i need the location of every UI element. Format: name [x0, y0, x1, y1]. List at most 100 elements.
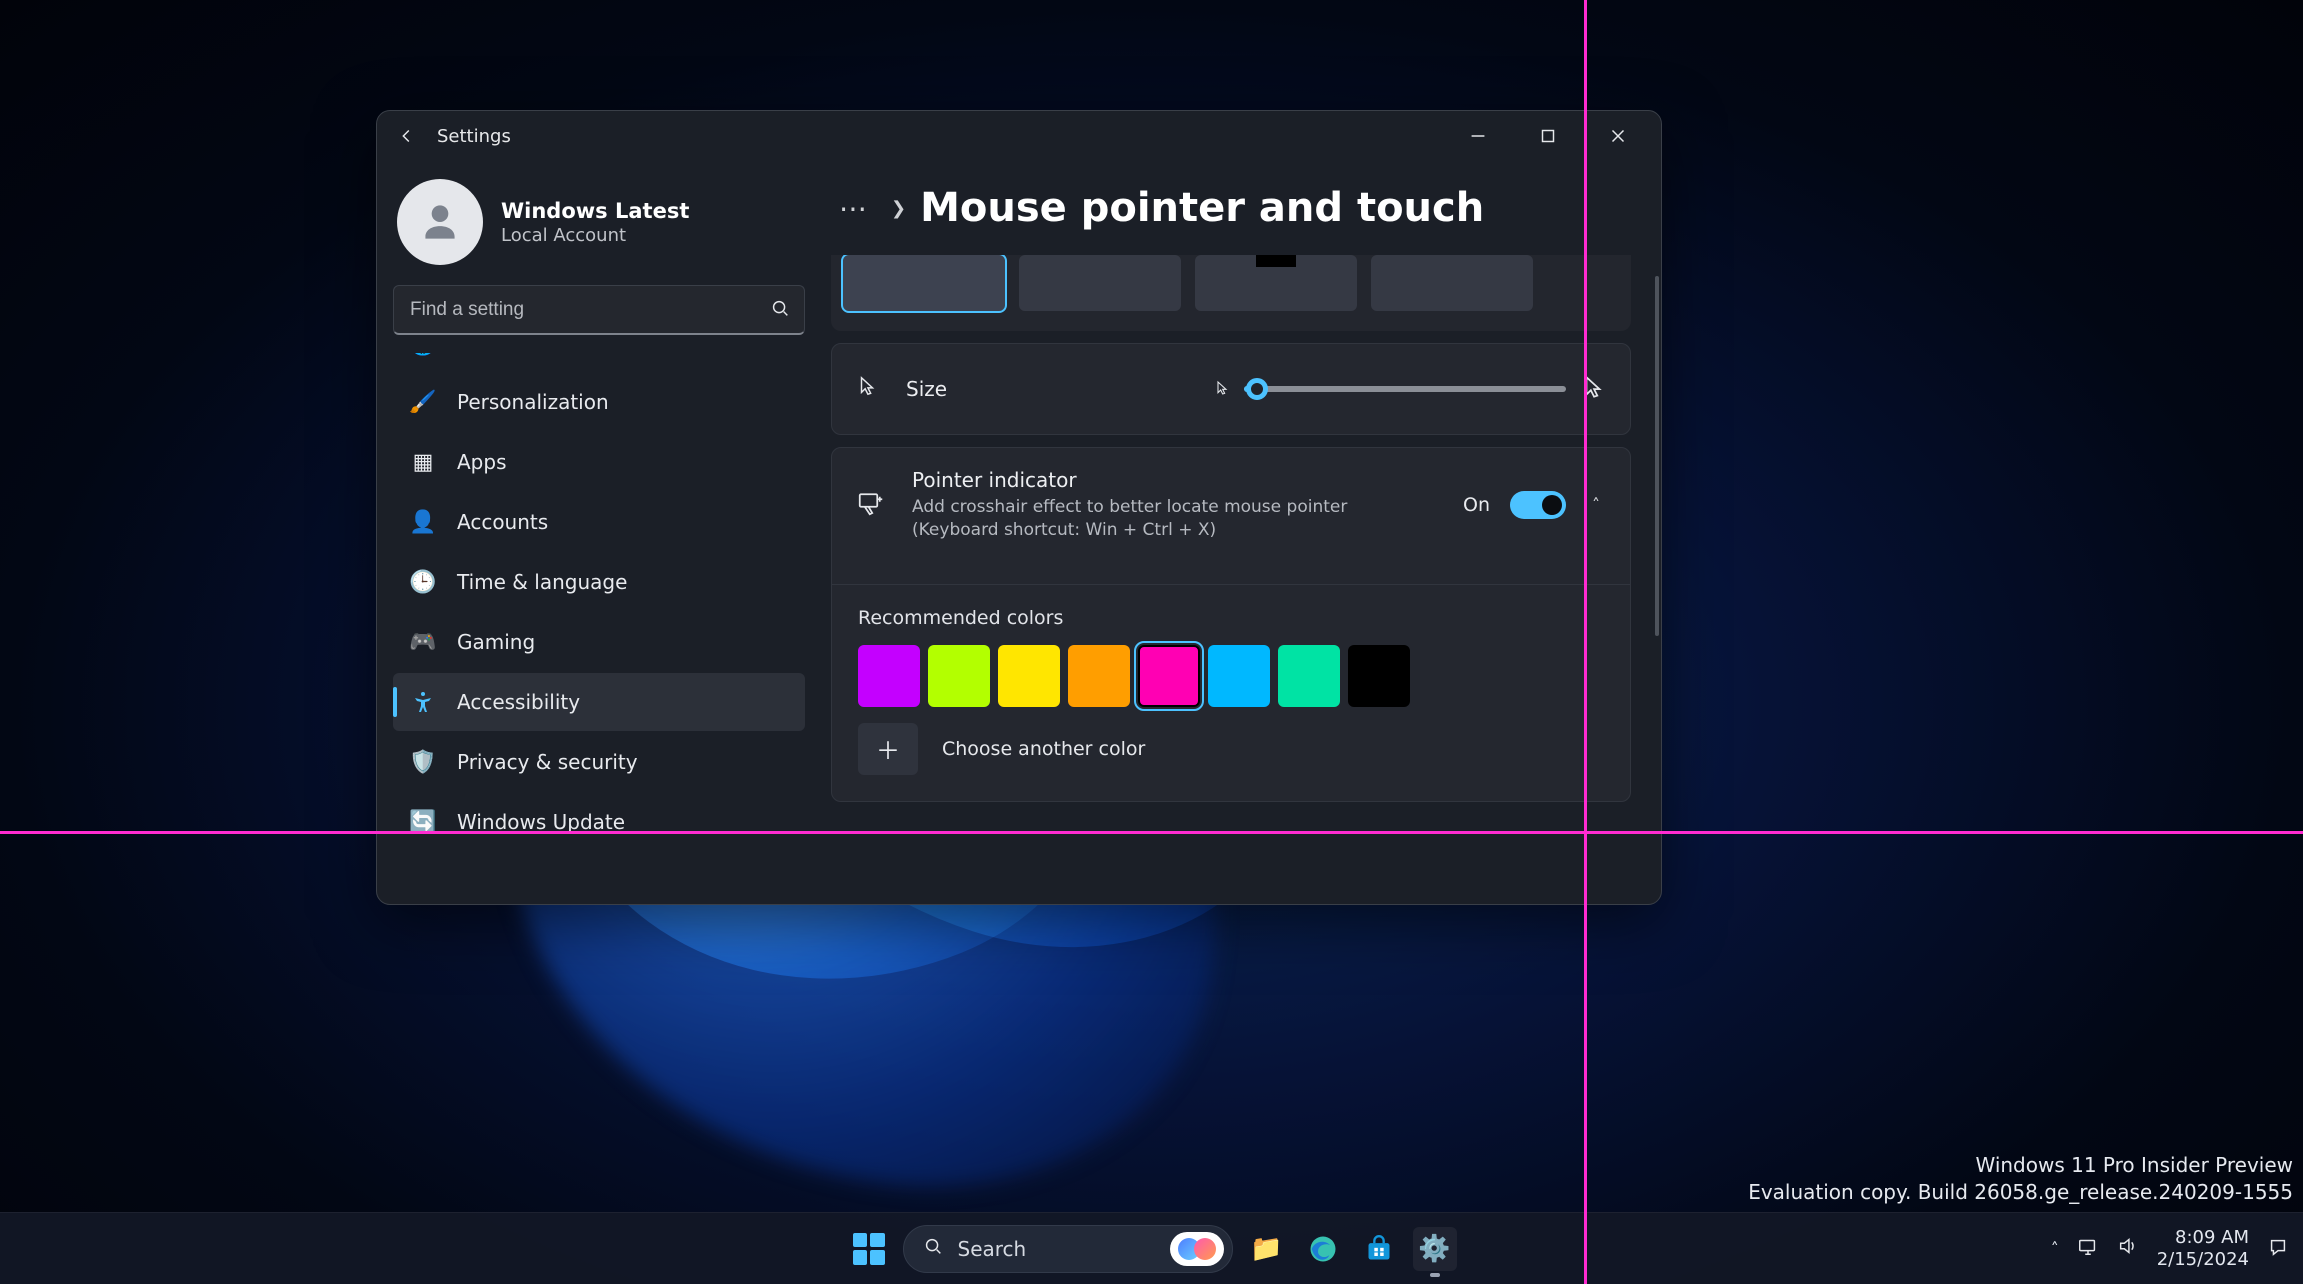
copilot-badge[interactable]: [1170, 1232, 1224, 1266]
person-icon: 👤: [409, 508, 437, 536]
search-input[interactable]: [393, 285, 805, 335]
recommended-colors-label: Recommended colors: [858, 607, 1604, 629]
pointer-indicator-header[interactable]: Pointer indicator Add crosshair effect t…: [832, 448, 1630, 562]
sidebar-item-gaming[interactable]: 🎮 Gaming: [393, 613, 805, 671]
back-button[interactable]: [391, 120, 423, 152]
color-swatch-purple[interactable]: [858, 645, 920, 707]
page-title: Mouse pointer and touch: [920, 185, 1484, 231]
color-swatch-teal[interactable]: [1278, 645, 1340, 707]
tray-clock[interactable]: 8:09 AM 2/15/2024: [2157, 1227, 2249, 1270]
pointer-indicator-card: Pointer indicator Add crosshair effect t…: [831, 447, 1631, 802]
apps-icon: ▦: [409, 448, 437, 476]
taskbar-center: Search 📁 ⚙️: [847, 1225, 1457, 1273]
color-swatch-lime[interactable]: [928, 645, 990, 707]
search-icon: [922, 1235, 944, 1262]
arrow-left-icon: [396, 125, 418, 147]
pointer-indicator-title: Pointer indicator: [912, 468, 1432, 492]
volume-tray-icon[interactable]: [2117, 1235, 2139, 1262]
pointer-indicator-icon: [856, 488, 886, 522]
color-swatch-magenta[interactable]: [1138, 645, 1200, 707]
slider-thumb[interactable]: [1246, 378, 1268, 400]
sidebar-item-network[interactable]: 🌐 Network & internet: [393, 353, 805, 371]
tray-date: 2/15/2024: [2157, 1249, 2249, 1271]
sidebar-item-label: Accounts: [457, 510, 548, 534]
pointer-size-slider[interactable]: [1244, 386, 1566, 392]
pointer-style-black[interactable]: [1019, 255, 1181, 311]
shield-icon: 🛡️: [409, 748, 437, 776]
pointer-style-row: [831, 255, 1631, 331]
close-button[interactable]: [1583, 114, 1653, 159]
sidebar-item-label: Accessibility: [457, 690, 580, 714]
sidebar-item-privacy[interactable]: 🛡️ Privacy & security: [393, 733, 805, 791]
breadcrumb-overflow[interactable]: ⋯: [831, 190, 877, 227]
window-titlebar[interactable]: Settings: [377, 111, 1661, 161]
watermark-line-1: Windows 11 Pro Insider Preview: [1748, 1152, 2293, 1179]
network-icon: 🌐: [409, 353, 437, 358]
sidebar-item-label: Time & language: [457, 570, 627, 594]
cursor-small-icon: [1214, 377, 1230, 401]
taskbar-app-settings[interactable]: ⚙️: [1413, 1227, 1457, 1271]
taskbar-app-explorer[interactable]: 📁: [1245, 1227, 1289, 1271]
notifications-button[interactable]: [2267, 1236, 2293, 1262]
pointer-style-white[interactable]: [843, 255, 1005, 311]
windows-evaluation-watermark: Windows 11 Pro Insider Preview Evaluatio…: [1748, 1152, 2293, 1206]
pointer-indicator-description: Add crosshair effect to better locate mo…: [912, 496, 1432, 542]
color-swatch-orange[interactable]: [1068, 645, 1130, 707]
recommended-colors: [858, 645, 1604, 707]
color-swatch-black[interactable]: [1348, 645, 1410, 707]
pointer-indicator-toggle[interactable]: [1510, 491, 1566, 519]
start-button[interactable]: [847, 1227, 891, 1271]
content-scrollbar[interactable]: [1655, 276, 1659, 636]
sidebar-item-label: Network & internet: [457, 353, 648, 356]
pointer-indicator-state-label: On: [1463, 494, 1490, 516]
taskbar-app-edge[interactable]: [1301, 1227, 1345, 1271]
window-title: Settings: [437, 126, 511, 147]
choose-another-color[interactable]: ＋ Choose another color: [858, 723, 1604, 775]
color-swatch-cyan[interactable]: [1208, 645, 1270, 707]
search-icon: [769, 297, 791, 323]
pointer-indicator-crosshair-horizontal: [0, 831, 2303, 834]
taskbar-search-placeholder: Search: [958, 1237, 1027, 1261]
sidebar-item-accessibility[interactable]: Accessibility: [393, 673, 805, 731]
chevron-up-icon[interactable]: ˄: [1586, 491, 1606, 518]
minimize-icon: [1467, 125, 1489, 147]
accessibility-icon: [409, 688, 437, 716]
cursor-outline-icon: [856, 375, 878, 403]
settings-sidebar: Windows Latest Local Account 🌐 Network &…: [377, 161, 821, 904]
person-icon: [415, 197, 465, 247]
pointer-size-card: Size: [831, 343, 1631, 435]
pointer-style-custom[interactable]: [1371, 255, 1533, 311]
sidebar-item-accounts[interactable]: 👤 Accounts: [393, 493, 805, 551]
profile-name: Windows Latest: [501, 199, 689, 223]
taskbar-app-store[interactable]: [1357, 1227, 1401, 1271]
sidebar-item-apps[interactable]: ▦ Apps: [393, 433, 805, 491]
pointer-style-inverted[interactable]: [1195, 255, 1357, 311]
sidebar-item-windows-update[interactable]: 🔄 Windows Update: [393, 793, 805, 851]
tray-overflow-button[interactable]: ˄: [2051, 1239, 2059, 1258]
choose-another-color-label: Choose another color: [942, 738, 1145, 760]
sidebar-item-personalization[interactable]: 🖌️ Personalization: [393, 373, 805, 431]
watermark-line-2: Evaluation copy. Build 26058.ge_release.…: [1748, 1179, 2293, 1206]
settings-content: ⋯ ❯ Mouse pointer and touch Size: [821, 161, 1661, 904]
close-icon: [1607, 125, 1629, 147]
profile-block[interactable]: Windows Latest Local Account: [393, 173, 805, 271]
window-buttons: [1443, 114, 1653, 159]
maximize-button[interactable]: [1513, 114, 1583, 159]
minimize-button[interactable]: [1443, 114, 1513, 159]
sidebar-list: 🌐 Network & internet 🖌️ Personalization …: [393, 353, 805, 851]
profile-subtitle: Local Account: [501, 225, 689, 246]
paintbrush-icon: 🖌️: [409, 388, 437, 416]
sidebar-item-time-language[interactable]: 🕒 Time & language: [393, 553, 805, 611]
network-tray-icon[interactable]: [2077, 1235, 2099, 1262]
avatar: [397, 179, 483, 265]
plus-icon: ＋: [858, 723, 918, 775]
settings-search[interactable]: [393, 285, 805, 335]
sidebar-item-label: Privacy & security: [457, 750, 638, 774]
color-swatch-yellow[interactable]: [998, 645, 1060, 707]
system-tray: ˄ 8:09 AM 2/15/2024: [2051, 1227, 2293, 1270]
content-header: ⋯ ❯ Mouse pointer and touch: [831, 161, 1631, 255]
sidebar-item-label: Personalization: [457, 390, 609, 414]
gamepad-icon: 🎮: [409, 628, 437, 656]
taskbar-search[interactable]: Search: [903, 1225, 1233, 1273]
pointer-size-label: Size: [906, 377, 947, 401]
